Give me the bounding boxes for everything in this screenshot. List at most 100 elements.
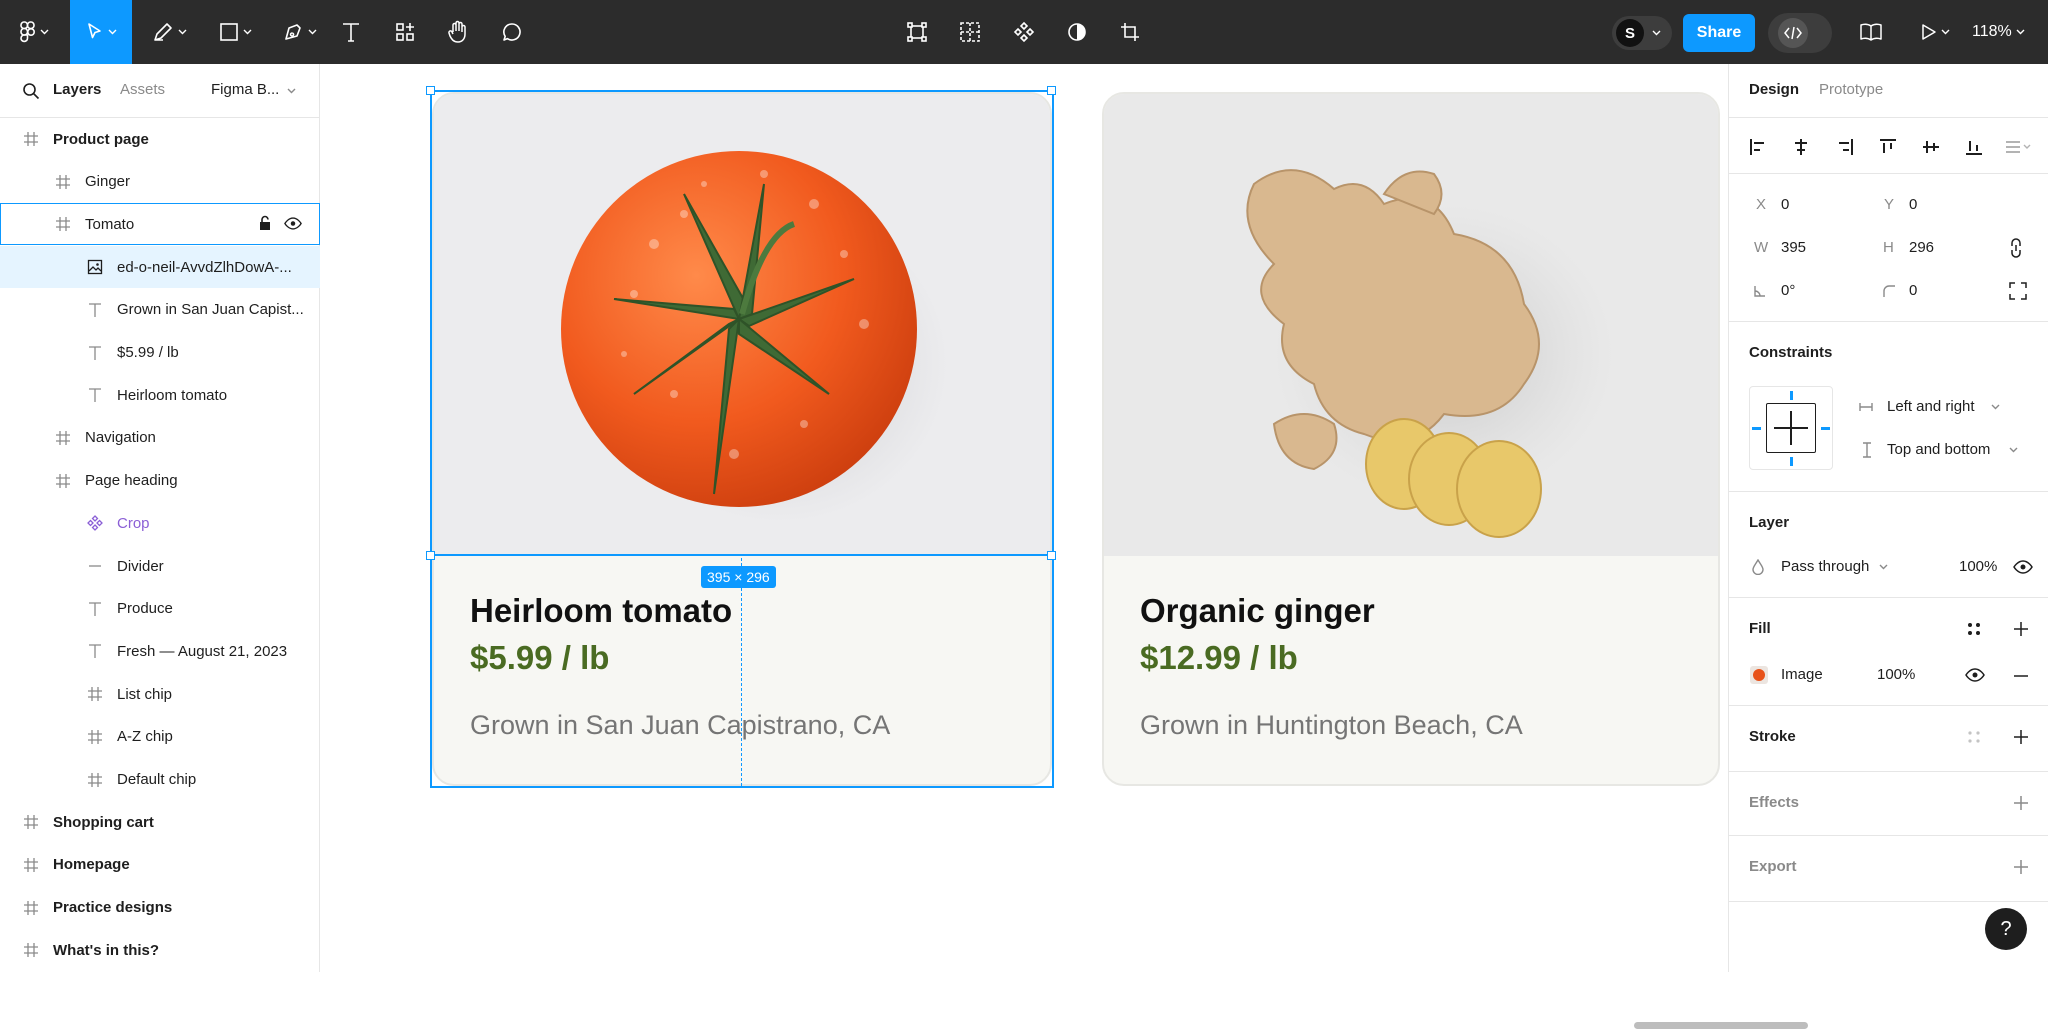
horizontal-constraint-select[interactable]: Left and right: [1887, 398, 1975, 415]
dev-mode-toggle[interactable]: [1768, 13, 1832, 53]
frame-icon: [54, 429, 72, 447]
auto-layout-grid-button[interactable]: [953, 0, 987, 64]
help-button[interactable]: ?: [1985, 908, 2027, 950]
independent-corners-icon[interactable]: [2009, 282, 2027, 300]
vertical-constraint-select[interactable]: Top and bottom: [1887, 441, 1990, 458]
layer-row[interactable]: Crop: [0, 502, 320, 544]
layer-row[interactable]: $5.99 / lb: [0, 332, 320, 374]
layer-row[interactable]: Shopping cart: [0, 801, 320, 843]
tomato-card[interactable]: Heirloom tomato $5.99 / lb Grown in San …: [432, 92, 1052, 786]
layer-row[interactable]: Default chip: [0, 759, 320, 801]
mask-button[interactable]: [1060, 0, 1094, 64]
layer-row[interactable]: What's in this?: [0, 929, 320, 971]
eye-icon[interactable]: [2013, 560, 2033, 574]
layer-row[interactable]: Heirloom tomato: [0, 374, 320, 416]
page-selector[interactable]: Figma B...: [211, 81, 279, 98]
y-field[interactable]: 0: [1909, 196, 1917, 213]
add-stroke-icon[interactable]: [2013, 729, 2029, 745]
eye-icon[interactable]: [284, 217, 302, 234]
canvas[interactable]: Heirloom tomato $5.99 / lb Grown in San …: [320, 64, 2040, 1029]
constrain-proportions-icon[interactable]: [2009, 238, 2023, 258]
align-horizontal-center-icon[interactable]: [1792, 138, 1810, 156]
tab-design[interactable]: Design: [1749, 81, 1799, 98]
fill-image-swatch[interactable]: [1750, 666, 1768, 684]
chevron-down-icon: [1652, 30, 1661, 36]
layer-row[interactable]: Grown in San Juan Capist...: [0, 289, 320, 331]
align-left-icon[interactable]: [1749, 138, 1767, 156]
pen-tool-button[interactable]: [144, 0, 194, 64]
styles-grid-icon[interactable]: [1967, 730, 1981, 744]
layer-row[interactable]: Practice designs: [0, 887, 320, 929]
layer-row[interactable]: List chip: [0, 673, 320, 715]
tomato-image[interactable]: [434, 94, 1050, 556]
layer-row[interactable]: Homepage: [0, 844, 320, 886]
resize-handle-top-right[interactable]: [1047, 86, 1056, 95]
shape-tool-button[interactable]: [210, 0, 260, 64]
chevron-down-icon: [308, 29, 316, 35]
create-component-button[interactable]: [1007, 0, 1041, 64]
zoom-menu[interactable]: 118%: [1972, 0, 2025, 64]
add-effect-icon[interactable]: [2013, 795, 2029, 811]
constraints-widget[interactable]: [1749, 386, 1833, 470]
layer-row[interactable]: Fresh — August 21, 2023: [0, 630, 320, 672]
corner-radius-field[interactable]: 0: [1909, 282, 1917, 299]
search-icon[interactable]: [22, 82, 40, 100]
remove-fill-icon[interactable]: [2013, 675, 2029, 677]
rotation-field[interactable]: 0°: [1781, 282, 1795, 299]
tab-layers[interactable]: Layers: [53, 81, 101, 98]
align-top-icon[interactable]: [1879, 138, 1897, 156]
play-icon: [1921, 24, 1936, 40]
resize-handle-bottom-right[interactable]: [1047, 551, 1056, 560]
layer-row[interactable]: ed-o-neil-AvvdZlhDowA-...: [0, 246, 320, 289]
present-button[interactable]: [1912, 0, 1958, 64]
horizontal-scrollbar[interactable]: [1634, 1022, 1808, 1029]
x-field[interactable]: 0: [1781, 196, 1789, 213]
height-field[interactable]: 296: [1909, 239, 1934, 256]
text-tool-button[interactable]: [334, 0, 368, 64]
move-tool-button[interactable]: [70, 0, 132, 64]
share-button[interactable]: Share: [1683, 14, 1755, 52]
resources-button[interactable]: [388, 0, 422, 64]
fill-type[interactable]: Image: [1781, 666, 1823, 683]
resize-handle-top-left[interactable]: [426, 86, 435, 95]
layer-opacity-field[interactable]: 100%: [1959, 558, 1997, 575]
avatar: S: [1616, 19, 1644, 47]
tab-assets[interactable]: Assets: [120, 81, 165, 98]
layer-row[interactable]: Page heading: [0, 460, 320, 502]
fill-opacity-field[interactable]: 100%: [1877, 666, 1915, 683]
eye-icon[interactable]: [1965, 668, 1985, 682]
layer-row[interactable]: A-Z chip: [0, 716, 320, 758]
ginger-card[interactable]: Organic ginger $12.99 / lb Grown in Hunt…: [1102, 92, 1720, 786]
width-field[interactable]: 395: [1781, 239, 1806, 256]
frame-icon: [54, 215, 72, 233]
resize-handle-bottom-left[interactable]: [426, 551, 435, 560]
hand-tool-button[interactable]: [440, 0, 476, 64]
distribute-icon[interactable]: [2005, 138, 2031, 156]
layer-row[interactable]: Divider: [0, 545, 320, 587]
ginger-image[interactable]: [1104, 94, 1718, 556]
library-button[interactable]: [1856, 0, 1886, 64]
layer-row[interactable]: Navigation: [0, 417, 320, 459]
layer-row[interactable]: Tomato: [0, 203, 320, 246]
main-menu-button[interactable]: [10, 0, 58, 64]
layer-row[interactable]: Produce: [0, 588, 320, 630]
align-vertical-center-icon[interactable]: [1922, 138, 1940, 156]
lock-icon[interactable]: [258, 215, 272, 235]
chevron-down-icon: [40, 29, 48, 35]
layer-row[interactable]: Ginger: [0, 161, 320, 203]
comment-tool-button[interactable]: [494, 0, 530, 64]
vector-tool-button[interactable]: [274, 0, 324, 64]
layer-row[interactable]: Product page: [0, 118, 320, 160]
crop-button[interactable]: [1113, 0, 1147, 64]
align-bottom-icon[interactable]: [1965, 138, 1983, 156]
styles-grid-icon[interactable]: [1967, 622, 1981, 636]
add-export-icon[interactable]: [2013, 859, 2029, 875]
align-right-icon[interactable]: [1836, 138, 1854, 156]
add-fill-icon[interactable]: [2013, 621, 2029, 637]
frame-selection-button[interactable]: [900, 0, 934, 64]
user-menu[interactable]: S: [1612, 16, 1672, 50]
fill-section: Fill Image 100%: [1729, 598, 2048, 706]
tomato-illustration: [561, 151, 949, 524]
tab-prototype[interactable]: Prototype: [1819, 81, 1883, 98]
blend-mode-select[interactable]: Pass through: [1781, 558, 1869, 575]
